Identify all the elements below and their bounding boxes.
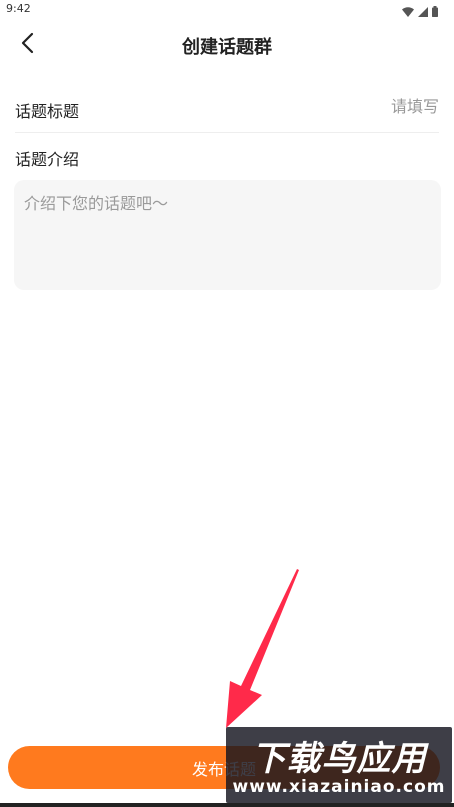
nav-bar: 创建话题群 [0,20,454,70]
app-screen: 9:42 创建话题群 话题标题 请填写 话题介绍 介绍下您的话题吧～ 发布话题 … [0,0,454,807]
bottom-edge [0,803,454,807]
topic-intro-label: 话题介绍 [15,150,80,169]
battery-icon [432,2,438,21]
publish-topic-button[interactable]: 发布话题 [8,746,440,789]
topic-intro-textarea[interactable] [14,180,441,290]
topic-title-row: 话题标题 [15,84,439,133]
status-icons [402,2,438,21]
page-title: 创建话题群 [182,37,272,58]
status-bar: 9:42 [0,0,454,18]
wifi-icon [402,2,414,21]
topic-title-input[interactable] [239,92,439,120]
topic-title-label: 话题标题 [15,102,80,121]
status-time: 9:42 [6,2,31,15]
signal-icon [418,2,428,21]
